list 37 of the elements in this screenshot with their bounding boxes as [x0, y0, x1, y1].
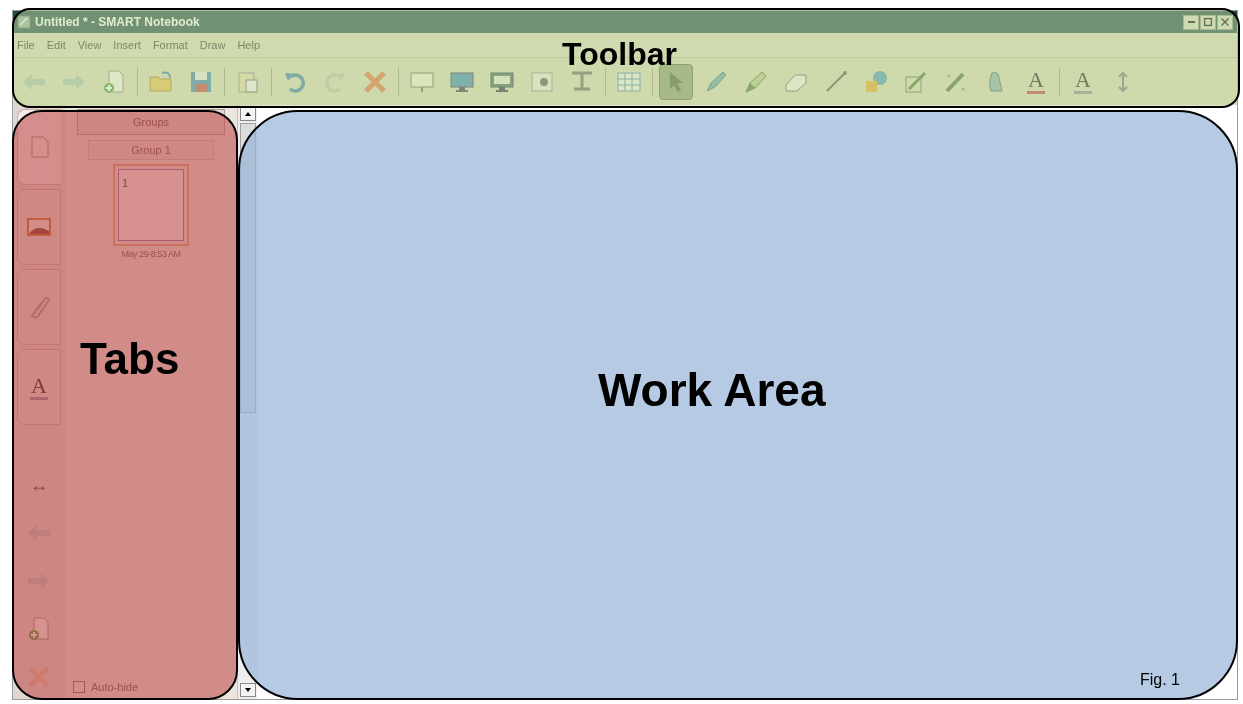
close-button[interactable]: [1217, 14, 1233, 30]
minimize-button[interactable]: [1183, 14, 1199, 30]
menu-item[interactable]: Help: [237, 36, 260, 54]
side-tab[interactable]: A: [17, 349, 61, 425]
toolbar-button[interactable]: A: [1066, 63, 1100, 100]
close-icon: [1219, 16, 1231, 28]
annotation-label: Tabs: [80, 337, 180, 381]
menu-item[interactable]: Draw: [199, 36, 226, 54]
maximize-icon: [1202, 16, 1214, 28]
menu-item[interactable]: Format: [152, 36, 188, 54]
scroll-thumb[interactable]: [239, 123, 256, 413]
side-tab[interactable]: [17, 109, 61, 185]
auto-hide-checkbox[interactable]: Auto-hide: [73, 678, 139, 695]
maximize-button[interactable]: [1200, 14, 1216, 30]
window-title: Untitled * - SMART Notebook: [35, 14, 200, 31]
scroll-up-icon[interactable]: [239, 107, 256, 121]
menu-item[interactable]: Edit: [46, 36, 66, 54]
minimize-icon: [1187, 21, 1195, 23]
page-number: 1: [122, 177, 129, 189]
resize-arrow-icon: ↔: [30, 471, 48, 499]
annotation-label: Work Area: [598, 367, 826, 413]
menu-item[interactable]: File: [17, 36, 35, 54]
annotation-label: Toolbar: [562, 38, 677, 70]
toolbar-button[interactable]: A: [1019, 63, 1053, 100]
figure-caption: Fig. 1: [1140, 670, 1180, 690]
menu-item[interactable]: View: [77, 36, 102, 54]
page-thumbnail[interactable]: 1: [113, 164, 189, 246]
shapes-icon: [863, 68, 889, 95]
scrollbar[interactable]: [237, 105, 257, 699]
scroll-down-icon[interactable]: [239, 683, 256, 697]
add-page-icon: [26, 616, 52, 642]
menu-item[interactable]: Insert: [113, 36, 141, 54]
add-page-icon: [101, 68, 127, 95]
app-icon: [17, 15, 31, 29]
delete-icon: [362, 68, 388, 95]
side-button[interactable]: ↔: [19, 463, 59, 507]
page-time: May 29-8:53 AM: [121, 248, 181, 261]
